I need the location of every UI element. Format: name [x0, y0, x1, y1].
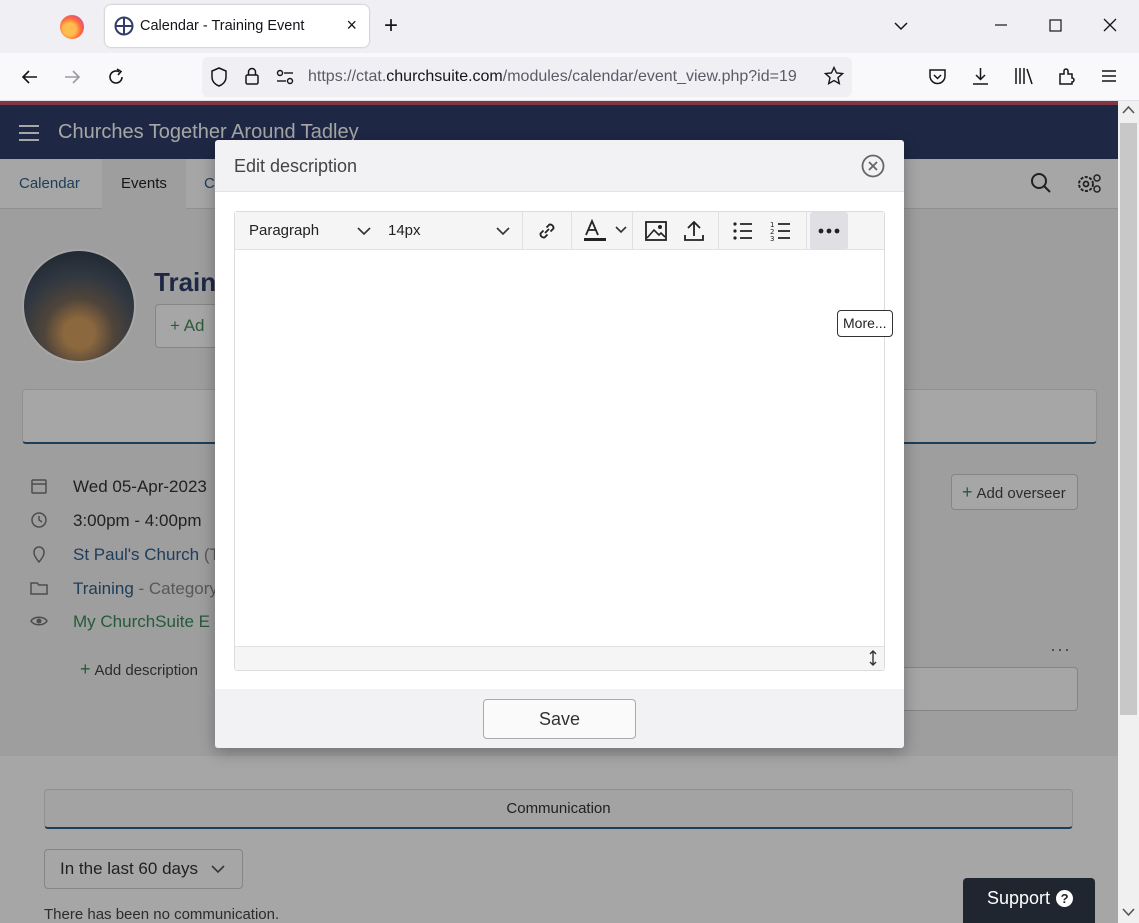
toolbar-separator	[806, 212, 807, 250]
page-scrollbar[interactable]	[1118, 101, 1139, 923]
svg-text:3: 3	[770, 235, 774, 243]
text-color-button[interactable]	[580, 216, 630, 246]
more-horizontal-icon	[818, 228, 840, 234]
bullet-list-button[interactable]	[728, 216, 758, 246]
toolbar-separator	[718, 212, 719, 250]
font-size-select[interactable]: 14px	[388, 212, 512, 250]
font-size-value: 14px	[388, 222, 421, 239]
close-circle-icon[interactable]	[861, 154, 885, 178]
image-icon	[645, 221, 667, 241]
app-menu-icon[interactable]	[1101, 68, 1117, 84]
browser-tab-bar: Calendar - Training Event × +	[0, 0, 1139, 53]
extensions-icon[interactable]	[1057, 66, 1077, 86]
link-icon	[539, 223, 555, 239]
browser-tab-active[interactable]: Calendar - Training Event ×	[105, 5, 369, 47]
lock-icon[interactable]	[244, 66, 260, 86]
scroll-up-arrow-icon[interactable]	[1122, 105, 1135, 115]
dialog-footer: Save	[215, 689, 904, 748]
bullet-list-icon	[733, 222, 752, 240]
upload-button[interactable]	[679, 216, 709, 246]
new-tab-button[interactable]: +	[384, 13, 398, 39]
pocket-icon[interactable]	[928, 67, 947, 86]
back-button[interactable]	[16, 63, 44, 91]
more-toolbar-button[interactable]	[810, 212, 848, 250]
insert-image-button[interactable]	[641, 216, 671, 246]
arrow-left-icon	[21, 70, 37, 84]
url-path: /modules/calendar/event_view.php?id=19	[502, 68, 797, 85]
help-question-icon: ?	[1056, 890, 1074, 907]
dialog-body: Paragraph 14px 1 2 3 More...	[215, 192, 904, 689]
support-button[interactable]: Support?	[963, 878, 1095, 923]
url-domain: churchsuite.com	[386, 68, 503, 85]
editor-toolbar: Paragraph 14px 1 2 3	[235, 212, 884, 250]
shield-icon[interactable]	[210, 67, 228, 87]
url-text[interactable]: https://ctat.churchsuite.com/modules/cal…	[308, 68, 818, 86]
download-icon[interactable]	[971, 66, 990, 86]
reload-button[interactable]	[102, 63, 130, 91]
more-tooltip: More...	[837, 310, 893, 337]
text-color-icon	[584, 218, 627, 241]
maximize-icon[interactable]	[1049, 19, 1062, 32]
rich-text-editor: Paragraph 14px 1 2 3	[234, 211, 885, 671]
save-button[interactable]: Save	[483, 699, 636, 739]
chevron-down-icon	[357, 227, 371, 236]
browser-nav-bar: https://ctat.churchsuite.com/modules/cal…	[0, 53, 1139, 101]
tab-title: Calendar - Training Event	[140, 18, 305, 34]
toolbar-separator	[632, 212, 633, 250]
resize-handle-icon[interactable]	[868, 650, 878, 666]
support-label: Support	[987, 888, 1051, 908]
arrow-right-icon	[65, 70, 81, 84]
permissions-icon[interactable]	[276, 69, 294, 85]
block-format-value: Paragraph	[249, 222, 320, 239]
address-bar[interactable]: https://ctat.churchsuite.com/modules/cal…	[202, 57, 852, 97]
url-prefix: https://ctat.	[308, 68, 387, 85]
upload-icon	[684, 220, 704, 241]
close-window-icon[interactable]	[1103, 18, 1117, 32]
tab-list-chevron-icon[interactable]	[893, 18, 909, 34]
numbered-list-button[interactable]: 123	[766, 216, 796, 246]
toolbar-separator	[522, 212, 523, 250]
dialog-title: Edit description	[234, 156, 358, 176]
tab-close-icon[interactable]: ×	[346, 15, 357, 35]
globe-icon	[114, 16, 134, 36]
firefox-logo-icon[interactable]	[60, 15, 84, 39]
editor-statusbar	[235, 646, 884, 670]
reload-icon	[109, 68, 123, 84]
editor-content-area[interactable]	[235, 250, 884, 646]
scroll-down-arrow-icon[interactable]	[1122, 907, 1135, 917]
dialog-header: Edit description	[215, 140, 904, 192]
edit-description-dialog: Edit description Paragraph 14px 1 2 3 Mo…	[215, 140, 904, 748]
numbered-list-icon: 123	[770, 221, 790, 243]
scrollbar-thumb[interactable]	[1120, 123, 1137, 715]
bookmark-star-icon[interactable]	[824, 66, 844, 86]
chevron-down-icon	[496, 227, 510, 236]
link-button[interactable]	[532, 216, 562, 246]
forward-button[interactable]	[58, 63, 86, 91]
toolbar-separator	[571, 212, 572, 250]
block-format-select[interactable]: Paragraph	[249, 212, 373, 250]
minimize-icon[interactable]	[994, 18, 1008, 32]
library-icon[interactable]	[1014, 66, 1034, 86]
